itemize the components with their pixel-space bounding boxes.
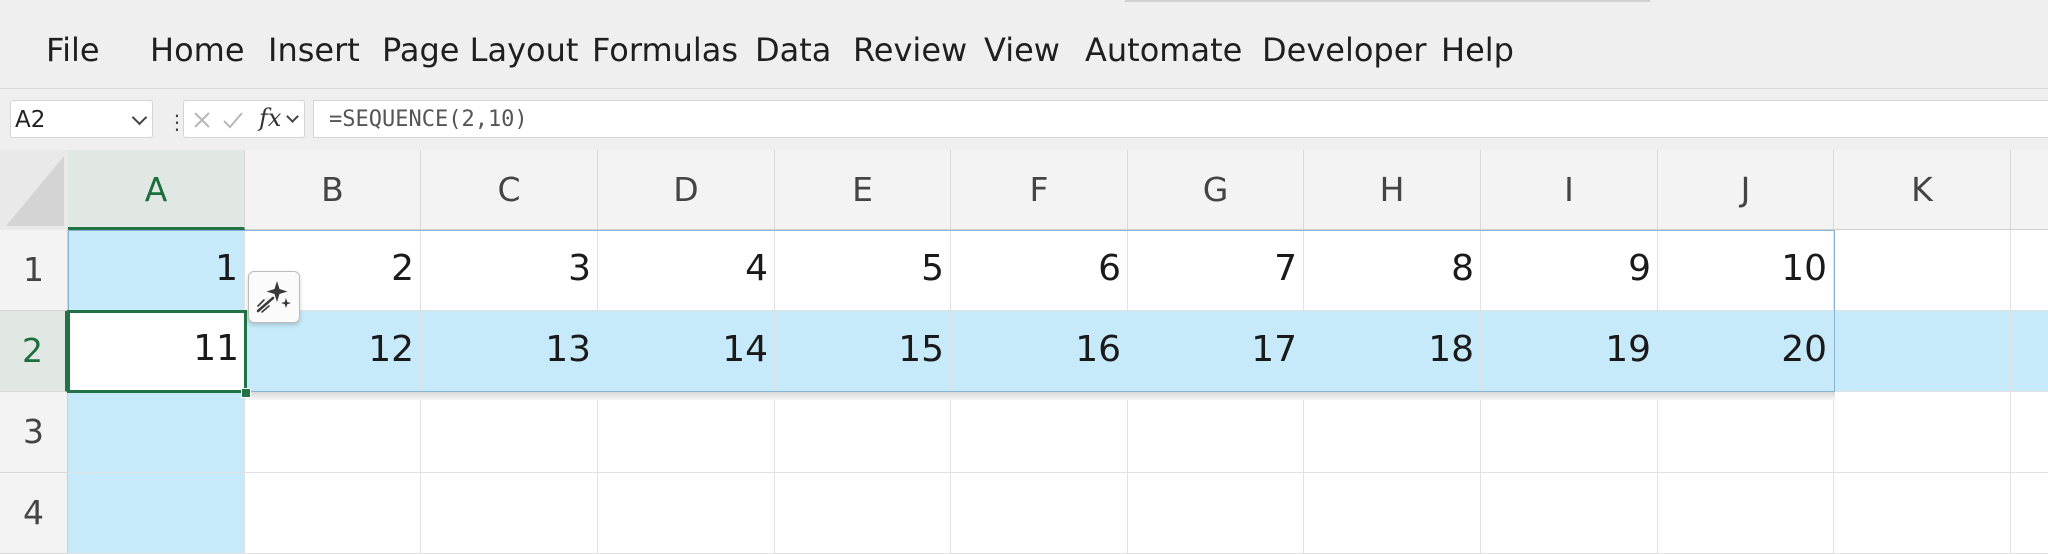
cell-b2[interactable]: 12 [245,311,421,392]
column-header-g[interactable]: G [1128,150,1304,230]
cell-l3[interactable] [2011,392,2048,473]
tab-automate[interactable]: Automate [1085,28,1242,72]
cell-k2[interactable] [1834,311,2011,392]
quick-analysis-icon [256,281,291,313]
cell-d1[interactable]: 4 [598,230,775,311]
cell-e3[interactable] [775,392,951,473]
cell-l4[interactable] [2011,473,2048,554]
tab-developer[interactable]: Developer [1262,28,1427,72]
formula-text: =SEQUENCE(2,10) [329,107,528,132]
cell-c3[interactable] [421,392,598,473]
column-header-d[interactable]: D [598,150,775,230]
cell-k1[interactable] [1834,230,2011,311]
column-header-k[interactable]: K [1834,150,2011,230]
cell-h3[interactable] [1304,392,1481,473]
quick-analysis-button[interactable] [248,271,300,323]
cell-f1[interactable]: 6 [951,230,1128,311]
tab-insert[interactable]: Insert [268,28,360,72]
fill-handle[interactable] [241,388,251,398]
cell-i3[interactable] [1481,392,1658,473]
cell-d4[interactable] [598,473,775,554]
cell-c2[interactable]: 13 [421,311,598,392]
column-header-h[interactable]: H [1304,150,1481,230]
cell-f2[interactable]: 16 [951,311,1128,392]
active-cell-a2[interactable]: 11 [67,310,247,393]
row-header-2[interactable]: 2 [0,311,68,392]
tab-data[interactable]: Data [755,28,831,72]
column-header-i[interactable]: I [1481,150,1658,230]
cell-e2[interactable]: 15 [775,311,951,392]
tab-help[interactable]: Help [1441,28,1514,72]
formula-input[interactable]: =SEQUENCE(2,10) [313,100,2048,138]
cancel-icon[interactable] [192,110,212,130]
row-header-1[interactable]: 1 [0,230,68,311]
cell-c4[interactable] [421,473,598,554]
cell-l2[interactable] [2011,311,2048,392]
row-header-4[interactable]: 4 [0,473,68,554]
cell-d2[interactable]: 14 [598,311,775,392]
cell-j1[interactable]: 10 [1658,230,1834,311]
tab-file[interactable]: File [46,28,100,72]
cell-j2[interactable]: 20 [1658,311,1834,392]
name-box-value: A2 [15,107,46,133]
ribbon-top-accent [1125,0,1650,2]
column-header-f[interactable]: F [951,150,1128,230]
cell-g4[interactable] [1128,473,1304,554]
formula-controls: fx [183,100,305,138]
tab-formulas[interactable]: Formulas [592,28,738,72]
enter-icon[interactable] [222,110,244,130]
cell-k4[interactable] [1834,473,2011,554]
cell-g2[interactable]: 17 [1128,311,1304,392]
row-header-3[interactable]: 3 [0,392,68,473]
cell-b4[interactable] [245,473,421,554]
cell-a1[interactable]: 1 [68,230,245,311]
tab-review[interactable]: Review [853,28,967,72]
cell-f4[interactable] [951,473,1128,554]
spreadsheet-grid: A B C D E F G H I J K 1 2 3 4 1 2 3 4 5 … [0,150,2048,554]
cell-j3[interactable] [1658,392,1834,473]
cell-i4[interactable] [1481,473,1658,554]
ribbon: File Home Insert Page Layout Formulas Da… [0,0,2048,88]
column-header-e[interactable]: E [775,150,951,230]
cell-d3[interactable] [598,392,775,473]
cell-h4[interactable] [1304,473,1481,554]
cell-a4[interactable] [68,473,245,554]
column-header-a[interactable]: A [68,150,245,230]
cell-j4[interactable] [1658,473,1834,554]
cell-k3[interactable] [1834,392,2011,473]
name-box[interactable]: A2 [10,100,153,138]
column-header-b[interactable]: B [245,150,421,230]
tab-page-layout[interactable]: Page Layout [382,28,578,72]
cell-b3[interactable] [245,392,421,473]
fx-icon[interactable]: fx [259,103,281,133]
cell-g1[interactable]: 7 [1128,230,1304,311]
column-header-l[interactable] [2011,150,2048,230]
cell-h1[interactable]: 8 [1304,230,1481,311]
chevron-down-icon[interactable] [131,109,148,126]
column-header-j[interactable]: J [1658,150,1834,230]
tab-view[interactable]: View [984,28,1060,72]
cell-i1[interactable]: 9 [1481,230,1658,311]
cell-l1[interactable] [2011,230,2048,311]
cell-h2[interactable]: 18 [1304,311,1481,392]
cell-f3[interactable] [951,392,1128,473]
cell-i2[interactable]: 19 [1481,311,1658,392]
spill-range-shadow [245,392,1835,400]
cell-e4[interactable] [775,473,951,554]
cell-g3[interactable] [1128,392,1304,473]
cell-a3[interactable] [68,392,245,473]
tab-home[interactable]: Home [150,28,245,72]
cell-c1[interactable]: 3 [421,230,598,311]
column-header-c[interactable]: C [421,150,598,230]
select-all-corner[interactable] [0,150,68,230]
chevron-down-icon[interactable] [286,110,299,123]
cell-e1[interactable]: 5 [775,230,951,311]
